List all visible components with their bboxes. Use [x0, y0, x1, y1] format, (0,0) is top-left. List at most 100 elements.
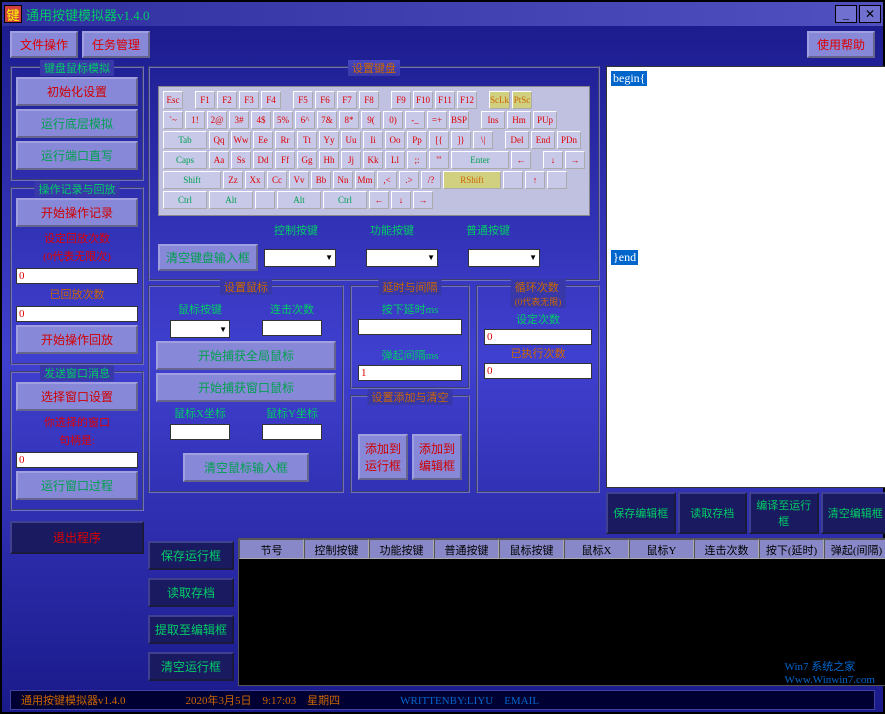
key-Alt[interactable]: Alt — [277, 191, 321, 209]
save-edit-button[interactable]: 保存编辑框 — [606, 492, 676, 534]
code-editor[interactable]: begin{ }end — [606, 66, 885, 488]
key-Cc[interactable]: Cc — [267, 171, 287, 189]
key-F7[interactable]: F7 — [337, 91, 357, 109]
file-button[interactable]: 文件操作 — [10, 31, 78, 58]
clear-mouse-button[interactable]: 清空鼠标输入框 — [183, 453, 309, 482]
key-Kk[interactable]: Kk — [363, 151, 383, 169]
key-6[interactable]: 6^ — [295, 111, 315, 129]
key-F4[interactable]: F4 — [261, 91, 281, 109]
key-Gg[interactable]: Gg — [297, 151, 317, 169]
key-[interactable]: ↓ — [543, 151, 563, 169]
mouse-y-input[interactable] — [262, 424, 322, 440]
key-F3[interactable]: F3 — [239, 91, 259, 109]
key-1[interactable]: 1! — [185, 111, 205, 129]
key-[interactable]: .> — [399, 171, 419, 189]
start-playback-button[interactable]: 开始操作回放 — [16, 325, 138, 354]
key-F12[interactable]: F12 — [457, 91, 477, 109]
key-BSP[interactable]: BSP — [449, 111, 469, 129]
capture-global-button[interactable]: 开始捕获全局鼠标 — [156, 341, 336, 370]
start-record-button[interactable]: 开始操作记录 — [16, 198, 138, 227]
key-PtSc[interactable]: PtSc — [512, 91, 532, 109]
clear-edit-button[interactable]: 清空编辑框 — [821, 492, 885, 534]
add-to-edit-button[interactable]: 添加到编辑框 — [412, 434, 462, 480]
key-Rr[interactable]: Rr — [275, 131, 295, 149]
close-button[interactable]: ✕ — [859, 5, 881, 23]
key-Tt[interactable]: Tt — [297, 131, 317, 149]
key-[interactable]: `~ — [163, 111, 183, 129]
key-Mm[interactable]: Mm — [355, 171, 375, 189]
key-ScLk[interactable]: ScLk — [489, 91, 510, 109]
key-Ctrl[interactable]: Ctrl — [163, 191, 207, 209]
exit-button[interactable]: 退出程序 — [10, 521, 144, 554]
key-[interactable]: ]} — [451, 131, 471, 149]
key-RShift[interactable]: RShift — [443, 171, 501, 189]
key-Ww[interactable]: Ww — [231, 131, 251, 149]
minimize-button[interactable]: _ — [835, 5, 857, 23]
key-Del[interactable]: Del — [505, 131, 529, 149]
key-[interactable]: [{ — [429, 131, 449, 149]
compile-button[interactable]: 编译至运行框 — [749, 492, 819, 534]
press-delay-input[interactable] — [358, 319, 462, 335]
key-Bb[interactable]: Bb — [311, 171, 331, 189]
key-Ctrl[interactable]: Ctrl — [323, 191, 367, 209]
key-Ins[interactable]: Ins — [481, 111, 505, 129]
init-button[interactable]: 初始化设置 — [16, 77, 138, 106]
key-[interactable]: ↑ — [525, 171, 545, 189]
click-count-input[interactable] — [262, 320, 322, 336]
load-run-button[interactable]: 读取存档 — [148, 578, 234, 607]
key-PDn[interactable]: PDn — [557, 131, 581, 149]
key-8[interactable]: 8* — [339, 111, 359, 129]
key-Jj[interactable]: Jj — [341, 151, 361, 169]
key-Hh[interactable]: Hh — [319, 151, 339, 169]
norm-key-combo[interactable] — [468, 249, 540, 267]
key-Ss[interactable]: Ss — [231, 151, 251, 169]
key-Pp[interactable]: Pp — [407, 131, 427, 149]
release-delay-input[interactable] — [358, 365, 462, 381]
clear-kb-button[interactable]: 清空键盘输入框 — [158, 244, 258, 271]
key-F1[interactable]: F1 — [195, 91, 215, 109]
key-Ll[interactable]: Ll — [385, 151, 405, 169]
key-[interactable]: ,< — [377, 171, 397, 189]
save-run-button[interactable]: 保存运行框 — [148, 541, 234, 570]
replay-count-input[interactable] — [16, 268, 138, 284]
key-2[interactable]: 2@ — [207, 111, 227, 129]
ctrl-key-combo[interactable] — [264, 249, 336, 267]
key-[interactable]: ↓ — [391, 191, 411, 209]
handle-input[interactable] — [16, 452, 138, 468]
key-Enter[interactable]: Enter — [451, 151, 509, 169]
key-[interactable]: ;: — [407, 151, 427, 169]
key-7[interactable]: 7& — [317, 111, 337, 129]
func-key-combo[interactable] — [366, 249, 438, 267]
key-4[interactable]: 4$ — [251, 111, 271, 129]
key-F6[interactable]: F6 — [315, 91, 335, 109]
key-Uu[interactable]: Uu — [341, 131, 361, 149]
key-Aa[interactable]: Aa — [209, 151, 229, 169]
key-F11[interactable]: F11 — [435, 91, 455, 109]
select-window-button[interactable]: 选择窗口设置 — [16, 382, 138, 411]
key-[interactable] — [255, 191, 275, 209]
key-Nn[interactable]: Nn — [333, 171, 353, 189]
key-[interactable]: ← — [369, 191, 389, 209]
key-Alt[interactable]: Alt — [209, 191, 253, 209]
key-[interactable]: =+ — [427, 111, 447, 129]
capture-window-button[interactable]: 开始捕获窗口鼠标 — [156, 373, 336, 402]
key-[interactable]: → — [413, 191, 433, 209]
key-F9[interactable]: F9 — [391, 91, 411, 109]
mouse-x-input[interactable] — [170, 424, 230, 440]
key-9[interactable]: 9( — [361, 111, 381, 129]
run-port-button[interactable]: 运行端口直写 — [16, 141, 138, 170]
key-[interactable]: -_ — [405, 111, 425, 129]
key-5[interactable]: 5% — [273, 111, 293, 129]
key-Hm[interactable]: Hm — [507, 111, 531, 129]
key-Yy[interactable]: Yy — [319, 131, 339, 149]
key-Ii[interactable]: Ii — [363, 131, 383, 149]
key-[interactable]: ← — [511, 151, 531, 169]
key-Shift[interactable]: Shift — [163, 171, 221, 189]
key-[interactable]: /? — [421, 171, 441, 189]
add-to-run-button[interactable]: 添加到运行框 — [358, 434, 408, 480]
key-Oo[interactable]: Oo — [385, 131, 405, 149]
key-Zz[interactable]: Zz — [223, 171, 243, 189]
run-lowlevel-button[interactable]: 运行底层模拟 — [16, 109, 138, 138]
key-F2[interactable]: F2 — [217, 91, 237, 109]
key-Xx[interactable]: Xx — [245, 171, 265, 189]
